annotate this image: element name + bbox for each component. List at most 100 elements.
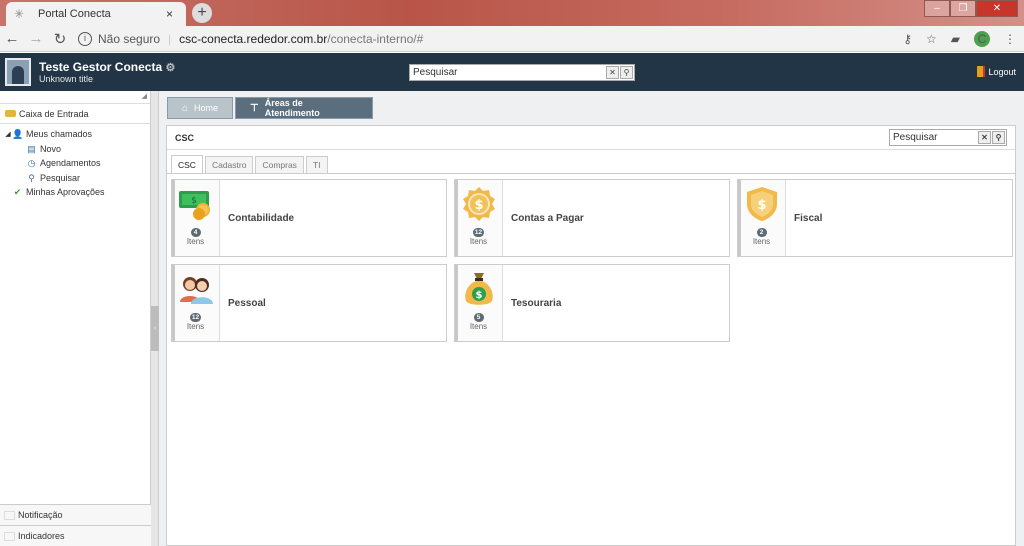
not-secure-label: Não seguro: [98, 31, 161, 46]
area-card-tesouraria[interactable]: $5 Itens Tesouraria: [454, 264, 730, 342]
svg-text:$: $: [474, 198, 483, 213]
logout-button[interactable]: Logout: [977, 66, 1016, 77]
card-icon-column: $12 Itens: [455, 180, 503, 256]
minimize-button[interactable]: –: [924, 0, 950, 17]
url-path: /conecta-interno/#: [327, 31, 424, 46]
sidebar-item-agendamentos[interactable]: ◷ Agendamentos: [0, 156, 150, 171]
search-icon[interactable]: ⚲: [992, 131, 1005, 144]
reload-icon[interactable]: ↻: [48, 30, 72, 48]
area-card-pessoal[interactable]: 12 Itens Pessoal: [171, 264, 447, 342]
breadcrumb-areas-label: Áreas de Atendimento: [264, 98, 320, 118]
browser-tab[interactable]: ✳ Portal Conecta ×: [6, 2, 186, 26]
card-icon-column: $5 Itens: [455, 265, 503, 341]
chart-icon: [4, 531, 15, 541]
panel-search-input[interactable]: Pesquisar: [890, 132, 978, 143]
sidebar: ◢ Caixa de Entrada ◢ 👤 Meus chamados ▤ Novo ◷…: [0, 91, 151, 546]
area-card-name: Pessoal: [228, 297, 266, 309]
home-icon: ⌂: [182, 102, 189, 114]
new-tab-button[interactable]: +: [192, 3, 212, 23]
sidebar-item-inbox[interactable]: Caixa de Entrada: [0, 104, 150, 124]
key-icon[interactable]: ⚷: [903, 32, 912, 46]
sidebar-item-pesquisar[interactable]: ⚲ Pesquisar: [0, 171, 150, 186]
sidebar-splitter[interactable]: ‹: [151, 91, 159, 546]
header-search-input[interactable]: Pesquisar: [410, 67, 606, 78]
svg-text:$: $: [757, 198, 766, 213]
profile-avatar[interactable]: C: [974, 30, 990, 47]
site-favicon-icon: ✳: [14, 7, 25, 21]
sidebar-item-minhas-aprovações[interactable]: ✔ Minhas Aprovações: [0, 185, 150, 200]
forward-icon[interactable]: →: [24, 30, 48, 47]
url-field[interactable]: i Não seguro | csc-conecta.rededor.com.b…: [78, 28, 898, 50]
browser-actions: ⚷ ☆ ▰ C ⋮: [903, 30, 1024, 47]
search-icon[interactable]: ⚲: [620, 66, 633, 79]
sidebar-tree: ◢ 👤 Meus chamados ▤ Novo ◷ Agendamentos ⚲ Pesqui…: [0, 124, 150, 200]
panel-header: CSC Pesquisar ✕ ⚲: [167, 126, 1015, 150]
card-accent-bar: [738, 180, 741, 256]
breadcrumb-home[interactable]: ⌂ Home: [167, 97, 233, 119]
close-window-button[interactable]: ✕: [976, 0, 1018, 17]
breadcrumb: ⌂ Home ⊤ Áreas de Atendimento: [167, 97, 373, 119]
address-bar: ← → ↻ i Não seguro | csc-conecta.rededor…: [0, 26, 1024, 52]
app-header: Teste Gestor Conecta ⚙ Unknown title Pes…: [0, 53, 1024, 91]
sidebar-top: ◢: [0, 91, 150, 104]
info-icon[interactable]: i: [78, 31, 92, 46]
card-accent-bar: [455, 265, 458, 341]
avatar[interactable]: [5, 58, 31, 86]
back-icon[interactable]: ←: [0, 30, 24, 47]
check-icon: ✔: [13, 187, 22, 198]
clear-icon[interactable]: ✕: [978, 131, 991, 144]
avatar-person-icon: [12, 66, 24, 84]
sidebar-item-notificação[interactable]: Notificação: [0, 504, 151, 525]
menu-kebab-icon[interactable]: ⋮: [1004, 32, 1016, 46]
area-card-name: Fiscal: [794, 212, 823, 224]
extension-icon[interactable]: ▰: [951, 32, 960, 46]
resize-corner-icon[interactable]: ◢: [142, 92, 147, 100]
tree-toggle-icon[interactable]: ◢: [4, 130, 12, 138]
sidebar-item-indicadores[interactable]: Indicadores: [0, 525, 151, 546]
sidebar-item-meus-chamados[interactable]: ◢ 👤 Meus chamados: [0, 127, 150, 142]
mail-icon: [4, 510, 15, 520]
bookmark-star-icon[interactable]: ☆: [926, 32, 937, 46]
item-count-badge: 12: [189, 313, 202, 322]
area-card-contas-a-pagar[interactable]: $12 Itens Contas a Pagar: [454, 179, 730, 257]
tab-csc[interactable]: CSC: [171, 155, 203, 173]
card-icon-column: $4 Itens: [172, 180, 220, 256]
logout-label: Logout: [988, 66, 1016, 77]
sidebar-item-novo[interactable]: ▤ Novo: [0, 142, 150, 157]
item-count-badge: 5: [473, 313, 484, 322]
money-icon: $: [178, 186, 214, 222]
area-card-name: Tesouraria: [511, 297, 562, 309]
clear-icon[interactable]: ✕: [606, 66, 619, 79]
maximize-button[interactable]: ❐: [950, 0, 976, 17]
tab-ti[interactable]: TI: [305, 156, 328, 173]
user-info: Teste Gestor Conecta ⚙ Unknown title: [39, 60, 175, 84]
user-title: Unknown title: [39, 74, 94, 84]
items-label: Itens: [186, 322, 205, 331]
breadcrumb-areas[interactable]: ⊤ Áreas de Atendimento: [235, 97, 373, 119]
url-text: csc-conecta.rededor.com.br/conecta-inter…: [179, 32, 423, 46]
main-content: ⌂ Home ⊤ Áreas de Atendimento CSC Pesqui…: [159, 91, 1024, 546]
user-group-icon: 👤: [12, 129, 24, 140]
card-icon-column: 12 Itens: [172, 265, 220, 341]
tab-cadastro[interactable]: Cadastro: [204, 156, 254, 173]
card-accent-bar: [172, 180, 175, 256]
url-separator: |: [168, 31, 172, 46]
collapse-handle[interactable]: ‹: [151, 306, 159, 351]
item-count-badge: 12: [472, 228, 485, 237]
items-label: Itens: [469, 322, 488, 331]
area-card-fiscal[interactable]: $2 Itens Fiscal: [737, 179, 1013, 257]
area-card-contabilidade[interactable]: $4 Itens Contabilidade: [171, 179, 447, 257]
panel-title: CSC: [175, 132, 195, 143]
items-label: Itens: [186, 237, 205, 246]
sidebar-item-label: Indicadores: [18, 531, 65, 541]
money-bag-icon: $: [461, 271, 497, 307]
gear-icon[interactable]: ⚙: [166, 62, 176, 74]
area-card-name: Contabilidade: [228, 212, 295, 224]
user-name: Teste Gestor Conecta: [39, 60, 163, 74]
svg-text:$: $: [191, 196, 197, 206]
clock-icon: ◷: [27, 158, 36, 169]
sidebar-item-label: Minhas Aprovações: [26, 187, 105, 198]
tab-close-icon[interactable]: ×: [166, 7, 178, 21]
sidebar-item-label: Pesquisar: [40, 172, 81, 183]
tab-compras[interactable]: Compras: [255, 156, 304, 173]
